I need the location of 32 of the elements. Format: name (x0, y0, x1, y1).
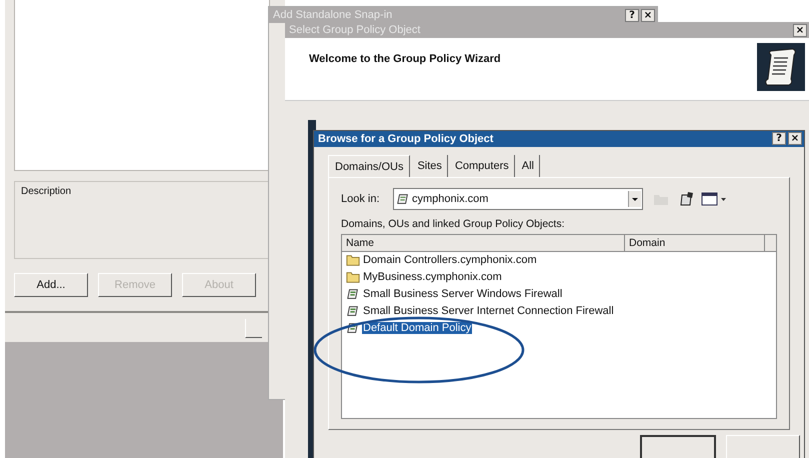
folder-icon (346, 253, 360, 268)
tab[interactable]: Domains/OUs (328, 154, 410, 177)
title-button[interactable]: × (788, 132, 802, 146)
list-item[interactable]: Small Business Server Internet Connection Firewall (342, 302, 776, 320)
list-item[interactable]: MyBusiness.cymphonix.com (342, 268, 776, 286)
list-item[interactable]: Small Business Server Windows Firewall (342, 286, 776, 303)
scroll-icon (346, 304, 360, 318)
list-label: Domains, OUs and linked Group Policy Objects: (341, 218, 566, 230)
column-header[interactable]: Domain (625, 234, 765, 251)
look-in-dropdown[interactable]: cymphonix.com (393, 188, 643, 210)
title-button[interactable]: ? (772, 132, 786, 146)
dialog-button[interactable] (640, 435, 716, 458)
new-item-icon[interactable] (679, 190, 695, 207)
title-button[interactable]: × (641, 8, 655, 22)
list-item[interactable]: Domain Controllers.cymphonix.com (342, 252, 776, 269)
column-header[interactable]: Name (342, 234, 625, 251)
dialog-button[interactable] (245, 319, 262, 338)
scroll-icon (346, 287, 360, 302)
scroll-icon (396, 192, 410, 206)
close-button[interactable]: × (793, 24, 807, 36)
look-in-label: Look in: (341, 192, 381, 205)
window-title: Select Group Policy Object (289, 24, 420, 36)
view-menu-icon[interactable] (701, 192, 727, 206)
description-label: Description (21, 186, 72, 197)
scroll-icon (757, 43, 805, 91)
wizard-heading: Welcome to the Group Policy Wizard (309, 53, 501, 65)
title-button[interactable]: ? (625, 8, 639, 22)
folder-icon (346, 270, 360, 284)
list-item[interactable]: Default Domain Policy (342, 320, 776, 337)
dialog-button[interactable]: Add... (14, 273, 88, 297)
window-title: Browse for a Group Policy Object (318, 132, 494, 145)
window-title: Add Standalone Snap-in (273, 9, 392, 21)
